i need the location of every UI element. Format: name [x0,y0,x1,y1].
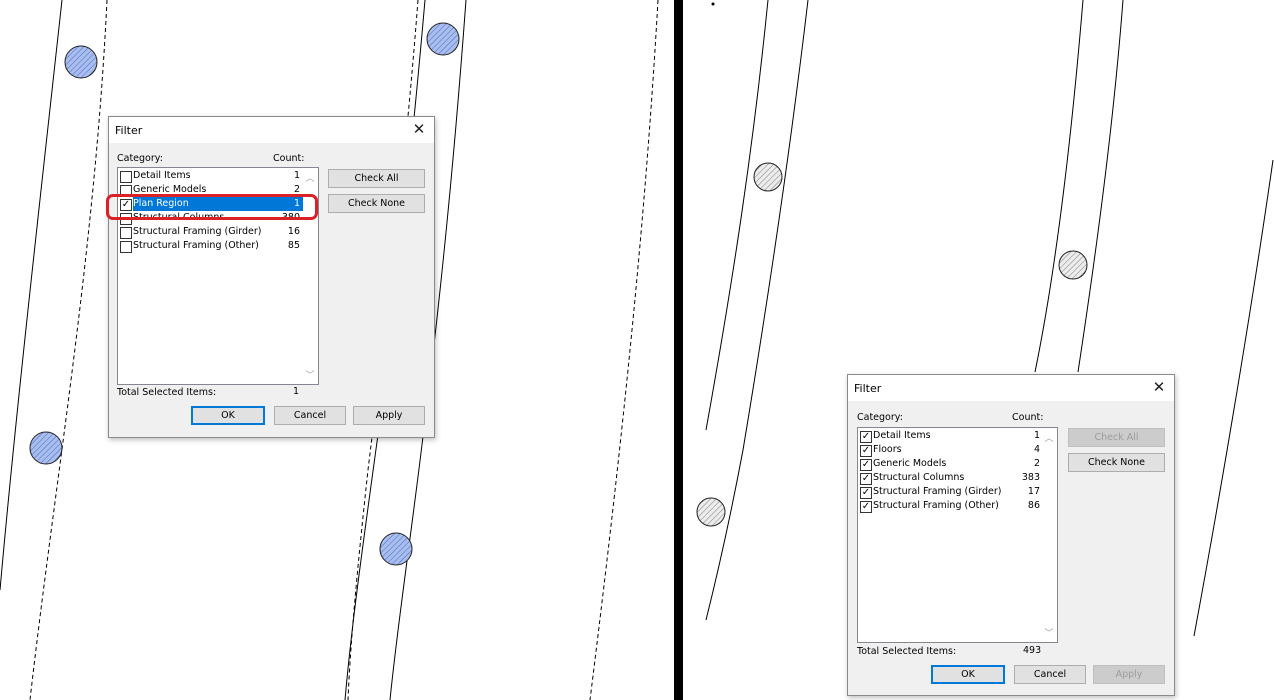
dialog-titlebar: Filter ✕ [848,375,1174,401]
total-selected-value: 493 [1023,645,1042,656]
checkbox-checked[interactable]: ✓ [860,473,872,485]
wall-line [1193,159,1274,637]
column-circle [64,45,98,79]
ok-button[interactable]: OK [191,406,265,425]
column-circle [696,497,726,527]
list-item[interactable]: Structural Framing (Other) 85 [119,239,303,253]
checkbox[interactable] [120,171,132,183]
scroll-up-icon[interactable]: ︿ [1042,431,1056,444]
list-item[interactable]: Structural Framing (Girder) 16 [119,225,303,239]
checkbox[interactable] [120,227,132,239]
column-circle [426,22,460,56]
check-none-button[interactable]: Check None [1068,453,1165,472]
list-item[interactable]: ✓ Structural Framing (Girder) 17 [859,485,1042,499]
list-item[interactable]: Detail Items 1 [119,169,303,183]
total-selected-label: Total Selected Items: [857,646,957,657]
list-item[interactable]: ✓ Detail Items 1 [859,429,1042,443]
checkbox-checked[interactable]: ✓ [860,459,872,471]
wall-line-dashed [29,0,108,700]
dialog-titlebar: Filter ✕ [109,117,434,143]
scroll-down-icon[interactable]: ﹀ [303,368,317,381]
cancel-button[interactable]: Cancel [1014,665,1086,684]
total-selected-label: Total Selected Items: [117,387,217,398]
total-selected-value: 1 [293,386,300,397]
wall-line [1034,0,1084,373]
column-circle [29,431,63,465]
list-item[interactable]: ✓ Structural Columns 383 [859,471,1042,485]
wall-line [0,0,63,591]
count-header: Count: [1012,412,1044,423]
column-circle [1058,250,1088,280]
close-icon[interactable]: ✕ [1150,378,1168,396]
view-divider [674,0,683,700]
filter-dialog-left: Filter ✕ Category: Count: Detail Items 1… [108,116,435,438]
cancel-button[interactable]: Cancel [274,406,346,425]
apply-button[interactable]: Apply [353,406,425,425]
category-header: Category: [857,412,903,423]
check-none-button[interactable]: Check None [328,194,425,213]
highlight-annotation [106,194,318,220]
category-header: Category: [117,153,163,164]
close-icon[interactable]: ✕ [410,120,428,138]
checkbox-checked[interactable]: ✓ [860,501,872,513]
dialog-title: Filter [115,124,143,137]
checkbox-checked[interactable]: ✓ [860,487,872,499]
scroll-up-icon[interactable]: ︿ [303,171,317,184]
dialog-title: Filter [854,382,882,395]
wall-line [1077,0,1124,373]
checkbox-checked[interactable]: ✓ [860,445,872,457]
check-all-button[interactable]: Check All [1068,428,1165,447]
count-header: Count: [273,153,305,164]
filter-dialog-right: Filter ✕ Category: Count: ✓ Detail Items… [847,374,1175,696]
ok-button[interactable]: OK [931,665,1005,684]
checkbox-checked[interactable]: ✓ [860,431,872,443]
column-circle [753,162,783,192]
list-item[interactable]: ✓ Structural Framing (Other) 86 [859,499,1042,513]
vertical-scrollbar[interactable]: ︿ ﹀ [1042,429,1056,641]
category-list[interactable]: ✓ Detail Items 1 ✓ Floors 4 ✓ Generic Mo… [857,427,1058,643]
wall-line-dashed [589,0,659,700]
checkbox[interactable] [120,241,132,253]
check-all-button[interactable]: Check All [328,169,425,188]
wall-line [705,0,769,431]
apply-button[interactable]: Apply [1093,665,1165,684]
list-item[interactable]: ✓ Floors 4 [859,443,1042,457]
wall-line [705,0,809,621]
scroll-down-icon[interactable]: ﹀ [1042,626,1056,639]
column-circle [379,532,413,566]
list-item[interactable]: ✓ Generic Models 2 [859,457,1042,471]
